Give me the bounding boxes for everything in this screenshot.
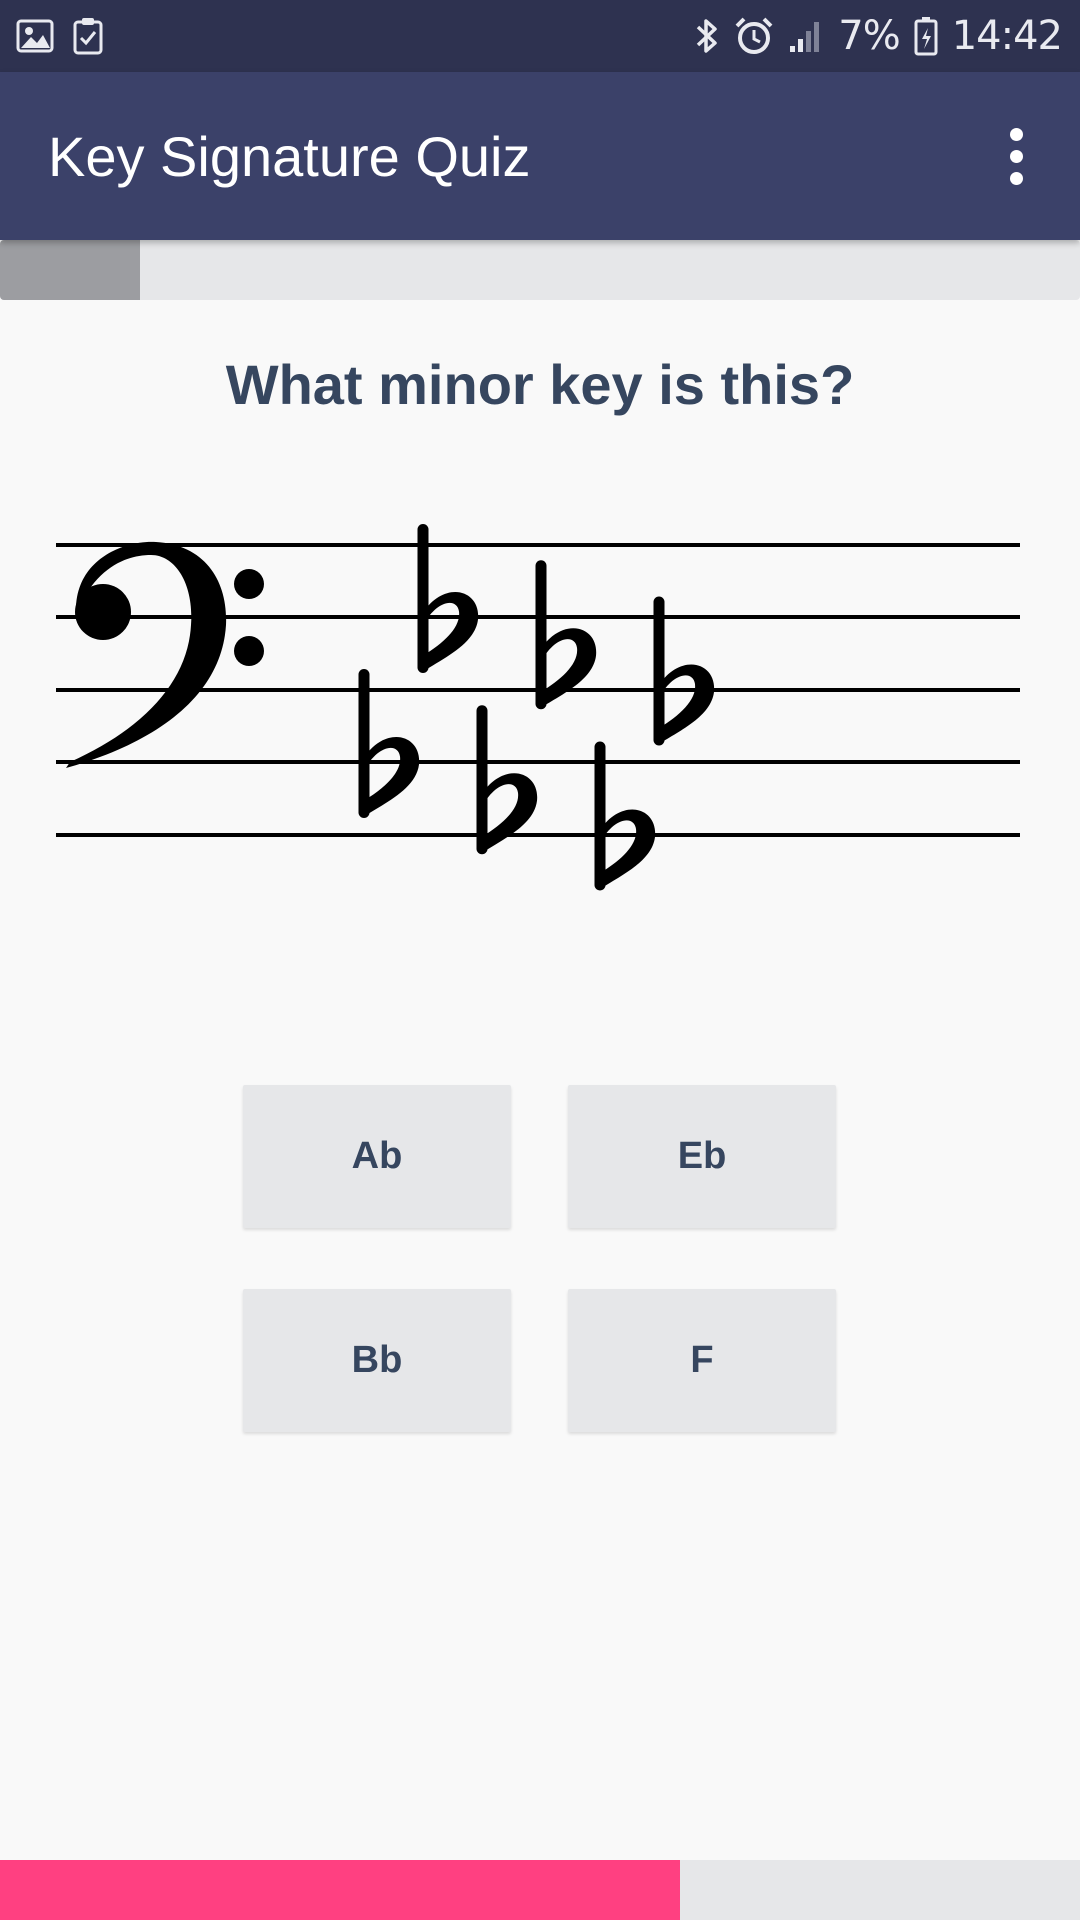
flat-icon bbox=[476, 705, 538, 855]
answer-button-ab[interactable]: Ab bbox=[243, 1085, 511, 1228]
timer-progress-fill bbox=[0, 1860, 681, 1920]
battery-icon bbox=[914, 16, 938, 56]
question-text: What minor key is this? bbox=[225, 353, 855, 416]
bass-clef-icon bbox=[66, 541, 264, 768]
clipboard-check-icon bbox=[72, 17, 104, 55]
music-staff bbox=[56, 500, 1020, 900]
flat-icon bbox=[358, 669, 420, 818]
bluetooth-icon bbox=[694, 16, 720, 56]
more-vert-icon[interactable] bbox=[980, 120, 1052, 192]
flat-icon bbox=[417, 524, 479, 673]
app-title: Key Signature Quiz bbox=[48, 124, 531, 188]
answer-button-eb[interactable]: Eb bbox=[568, 1085, 836, 1228]
key-signature-drawing bbox=[56, 524, 1020, 891]
signal-icon bbox=[788, 18, 824, 54]
image-icon bbox=[16, 19, 54, 53]
flat-icon bbox=[653, 596, 715, 746]
quiz-progress-bar bbox=[0, 240, 1080, 300]
status-left-icons bbox=[16, 17, 104, 55]
flat-icon bbox=[594, 741, 656, 891]
quiz-progress-fill bbox=[0, 240, 141, 300]
clock: 14:42 bbox=[951, 13, 1063, 59]
flat-icon bbox=[535, 560, 597, 710]
answer-button-bb[interactable]: Bb bbox=[243, 1289, 511, 1432]
alarm-icon bbox=[734, 16, 774, 56]
status-bar: 7% 14:42 bbox=[0, 0, 1080, 72]
timer-progress-bar bbox=[0, 1860, 1080, 1920]
battery-percent: 7% bbox=[838, 13, 900, 59]
status-right-icons: 7% 14:42 bbox=[694, 13, 1063, 59]
answer-button-f[interactable]: F bbox=[568, 1289, 836, 1432]
answer-grid: Ab Eb Bb F bbox=[243, 1085, 836, 1432]
app-bar: Key Signature Quiz bbox=[0, 72, 1080, 240]
